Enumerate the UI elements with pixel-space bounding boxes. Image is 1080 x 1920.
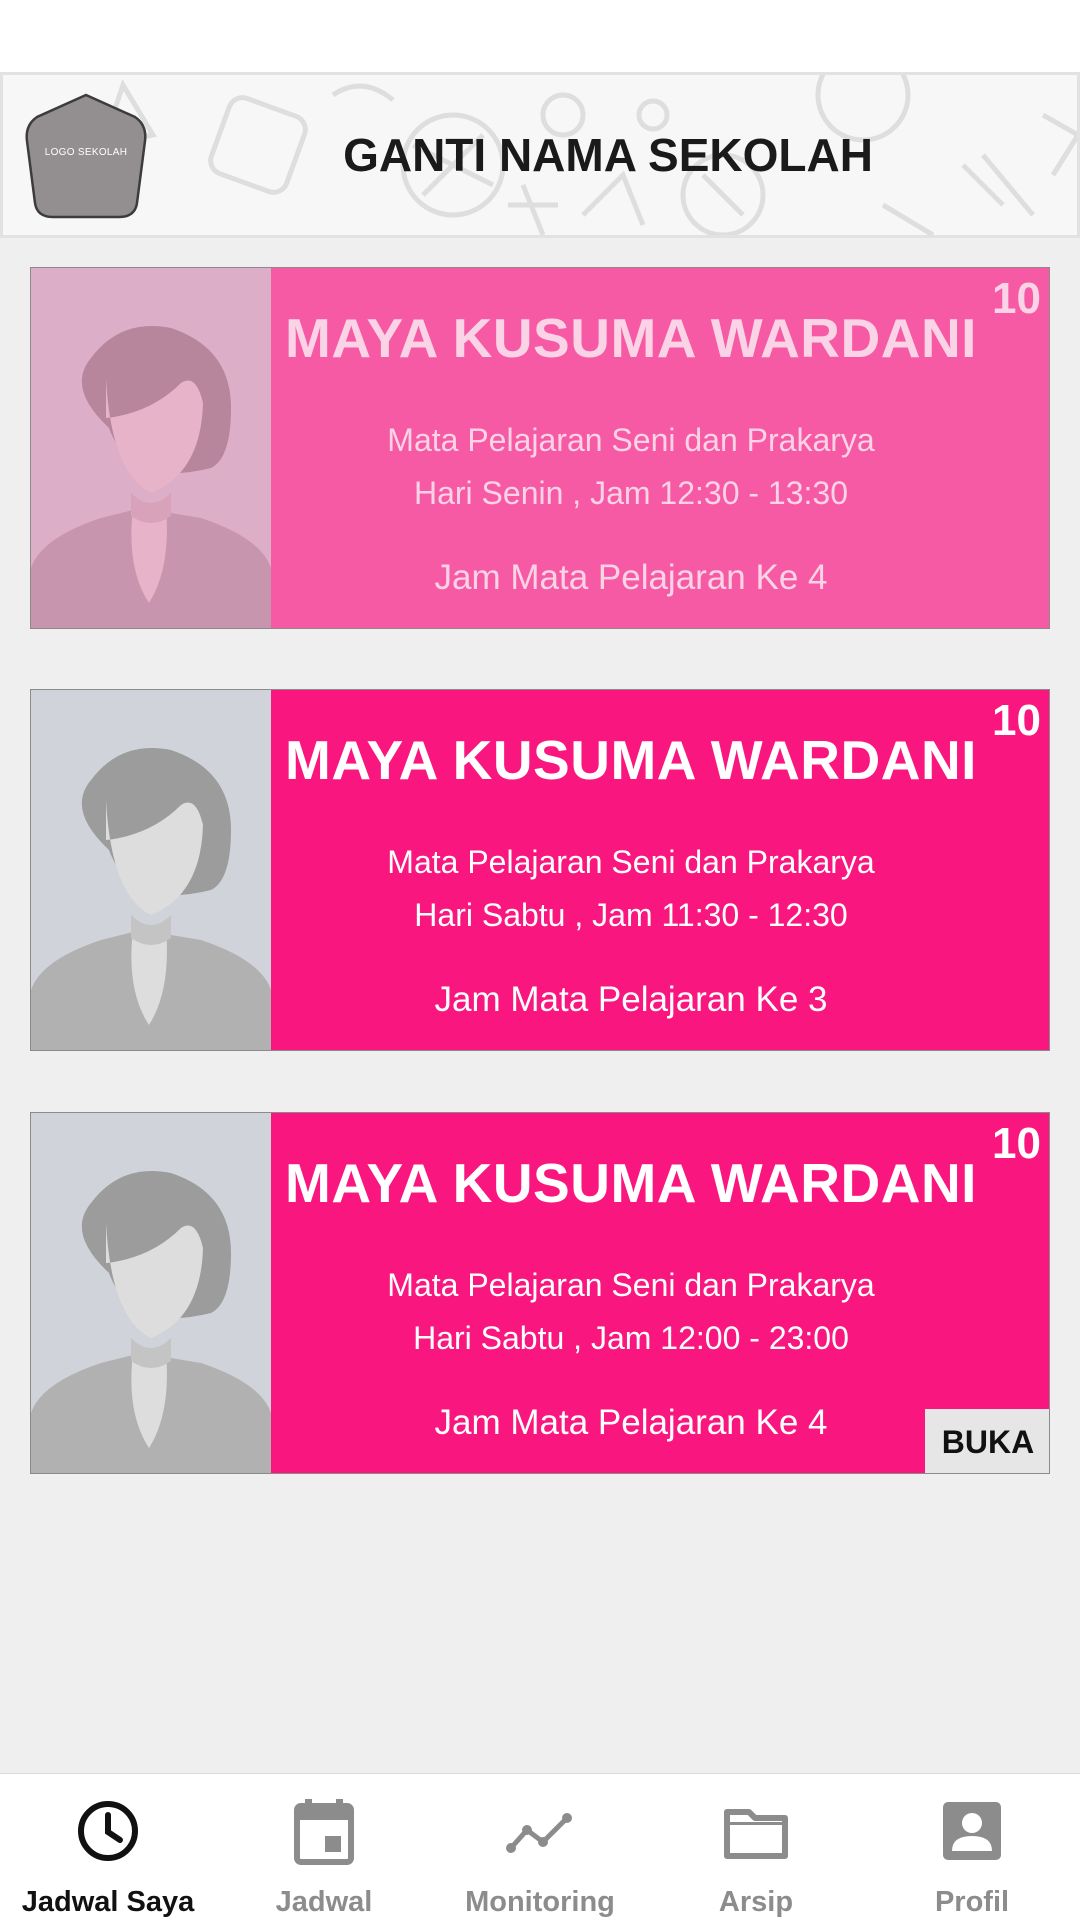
schedule-card[interactable]: 10 MAYA KUSUMA WARDANI Mata Pelajaran Se…	[30, 689, 1050, 1051]
schedule-label: Hari Sabtu , Jam 12:00 - 23:00	[413, 1320, 849, 1356]
avatar-placeholder-icon	[31, 748, 271, 1050]
card-count: 10	[992, 696, 1041, 745]
nav-item-monitoring[interactable]: Monitoring	[432, 1774, 648, 1920]
teacher-photo	[31, 1113, 271, 1473]
subject-label: Mata Pelajaran Seni dan Prakarya	[387, 844, 875, 880]
card-body: 10 MAYA KUSUMA WARDANI Mata Pelajaran Se…	[271, 690, 1049, 1050]
folder-icon	[724, 1809, 788, 1859]
school-logo: LOGO SEKOLAH	[23, 91, 149, 221]
subject-info: Mata Pelajaran Seni dan Prakarya Hari Sa…	[271, 836, 991, 942]
subject-info: Mata Pelajaran Seni dan Prakarya Hari Se…	[271, 414, 991, 520]
app-header: LOGO SEKOLAH GANTI NAMA SEKOLAH	[0, 72, 1080, 238]
nav-label: Monitoring	[465, 1886, 615, 1918]
card-body: 10 MAYA KUSUMA WARDANI Mata Pelajaran Se…	[271, 268, 1049, 628]
nav-label: Arsip	[718, 1886, 794, 1918]
teacher-photo	[31, 690, 271, 1050]
nav-item-arsip[interactable]: Arsip	[648, 1774, 864, 1920]
period-label: Jam Mata Pelajaran Ke 4	[434, 558, 828, 597]
teacher-name: MAYA KUSUMA WARDANI	[285, 729, 977, 791]
avatar-placeholder-icon	[31, 326, 271, 628]
period-label: Jam Mata Pelajaran Ke 4	[434, 1403, 828, 1442]
logo-text: LOGO SEKOLAH	[44, 147, 128, 158]
schedule-label: Hari Senin , Jam 12:30 - 13:30	[413, 475, 848, 511]
subject-label: Mata Pelajaran Seni dan Prakarya	[387, 422, 875, 458]
school-name: GANTI NAMA SEKOLAH	[343, 129, 873, 181]
period-label: Jam Mata Pelajaran Ke 3	[434, 980, 828, 1019]
nav-label: Jadwal Saya	[21, 1886, 195, 1918]
trend-line-icon	[506, 1813, 572, 1853]
teacher-photo	[31, 268, 271, 628]
teacher-name: MAYA KUSUMA WARDANI	[285, 1152, 977, 1214]
teacher-name: MAYA KUSUMA WARDANI	[285, 307, 977, 369]
nav-item-profil[interactable]: Profil	[864, 1774, 1080, 1920]
subject-label: Mata Pelajaran Seni dan Prakarya	[387, 1267, 875, 1303]
schedule-label: Hari Sabtu , Jam 11:30 - 12:30	[414, 897, 848, 933]
card-count: 10	[992, 274, 1041, 323]
nav-label: Jadwal	[275, 1886, 373, 1918]
avatar-placeholder-icon	[31, 1171, 271, 1473]
schedule-card[interactable]: 10 MAYA KUSUMA WARDANI Mata Pelajaran Se…	[30, 267, 1050, 629]
card-count: 10	[992, 1119, 1041, 1168]
account-box-icon	[943, 1802, 1001, 1860]
calendar-icon	[294, 1799, 354, 1865]
clock-icon	[78, 1801, 138, 1861]
nav-item-jadwal[interactable]: Jadwal	[216, 1774, 432, 1920]
nav-label: Profil	[934, 1886, 1010, 1918]
schedule-card[interactable]: 10 MAYA KUSUMA WARDANI Mata Pelajaran Se…	[30, 1112, 1050, 1474]
subject-info: Mata Pelajaran Seni dan Prakarya Hari Sa…	[271, 1259, 991, 1365]
open-button[interactable]: BUKA	[925, 1409, 1049, 1473]
status-bar-area	[0, 0, 1080, 72]
nav-item-jadwal-saya[interactable]: Jadwal Saya	[0, 1774, 216, 1920]
bottom-navigation: Jadwal Saya Jadwal Monitoring Arsip Prof…	[0, 1773, 1080, 1920]
